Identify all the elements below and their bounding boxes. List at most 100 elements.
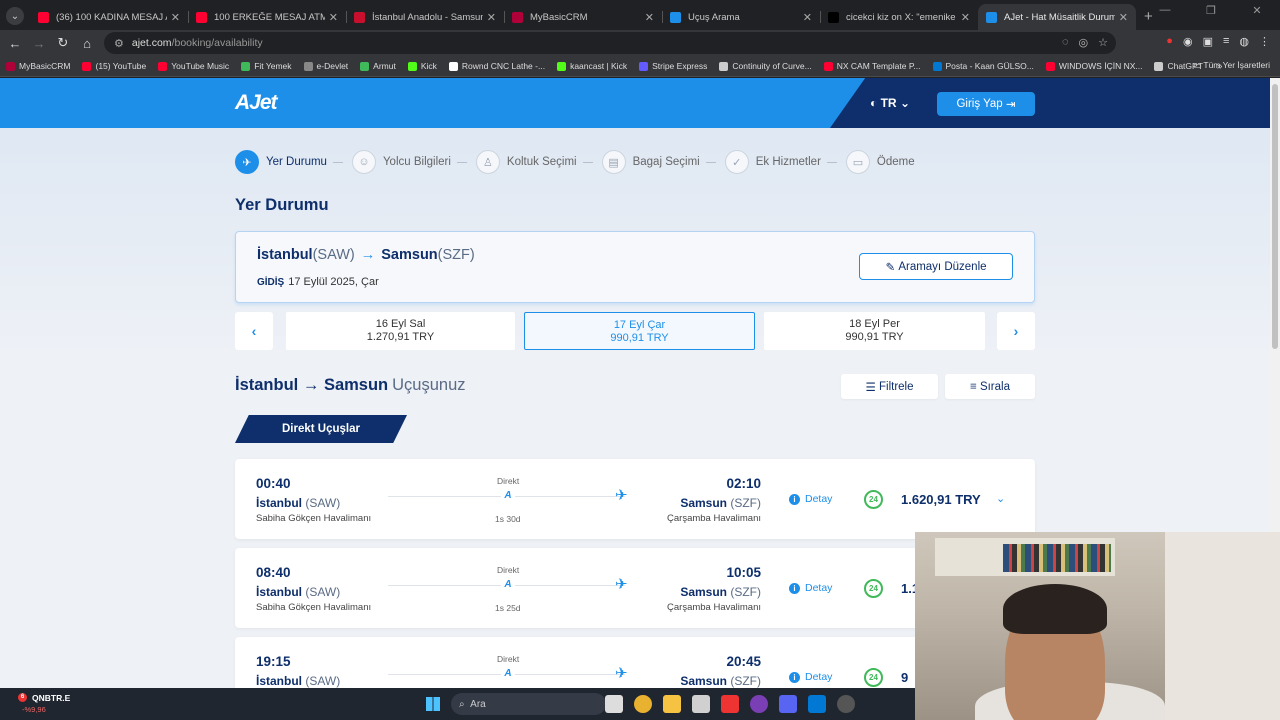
- flight-detail-link[interactable]: i Detay: [789, 582, 832, 594]
- browser-tab-strip: ⌄ (36) 100 KADINA MESAJ ATMAK✕100 ERKEĞE…: [0, 0, 1280, 30]
- bookmark-label: Fit Yemek: [254, 61, 292, 71]
- arrival-time: 02:10: [726, 476, 761, 491]
- calculator-icon[interactable]: [692, 695, 710, 713]
- menu-icon[interactable]: ⋮: [1259, 35, 1270, 48]
- language-selector[interactable]: ◐ TR ⌄: [870, 96, 910, 110]
- site-info-icon[interactable]: ⚙: [114, 37, 124, 50]
- bookmark-favicon-icon: [158, 61, 168, 71]
- booking-steps: ✈ Yer Durumu ☺ Yolcu Bilgileri ♙ Koltuk Seçim…: [235, 150, 915, 174]
- extension-icon[interactable]: ●: [1166, 35, 1173, 48]
- close-tab-icon[interactable]: ✕: [645, 11, 654, 24]
- browser-tab[interactable]: cicekci kiz on X: "emenike bu m ✕: [820, 4, 978, 30]
- ajet-logo[interactable]: AJet: [235, 91, 278, 115]
- departure-code: (SAW): [305, 496, 341, 510]
- sort-button[interactable]: ≡ Sırala: [945, 374, 1035, 399]
- bookmark-item[interactable]: YouTube Music: [158, 61, 229, 71]
- bookmark-item[interactable]: Kick: [407, 61, 437, 71]
- home-icon[interactable]: ⌂: [75, 36, 99, 51]
- edit-search-button[interactable]: ✎ Aramayı Düzenle: [859, 253, 1013, 280]
- bookmark-item[interactable]: e-Devlet: [303, 61, 348, 71]
- close-tab-icon[interactable]: ✕: [487, 11, 496, 24]
- puzzle-icon[interactable]: ▣: [1203, 35, 1213, 48]
- expand-chevron-icon[interactable]: ⌄: [996, 492, 1005, 505]
- departure-city-name: İstanbul: [256, 585, 303, 599]
- next-date-button[interactable]: ›: [997, 312, 1035, 350]
- browser-tab[interactable]: AJet - Hat Müsaitlik Durumu ✕: [978, 4, 1136, 30]
- close-tab-icon[interactable]: ✕: [329, 11, 338, 24]
- bookmark-item[interactable]: Stripe Express: [639, 61, 707, 71]
- browser-tab[interactable]: İstanbul Anadolu - Samsun Uçu ✕: [346, 4, 504, 30]
- close-tab-icon[interactable]: ✕: [171, 11, 180, 24]
- taskbar-apps: [605, 695, 855, 713]
- address-bar[interactable]: ⚙ ajet.com/booking/availability ◌ ◎ ☆: [104, 32, 1116, 54]
- browser-tab[interactable]: 100 ERKEĞE MESAJ ATMAK! (d ✕: [188, 4, 346, 30]
- login-button[interactable]: Giriş Yap ⇥: [937, 92, 1035, 116]
- close-window-icon[interactable]: ✕: [1234, 4, 1280, 17]
- outlook-icon[interactable]: [808, 695, 826, 713]
- browser-tab[interactable]: (36) 100 KADINA MESAJ ATMAK ✕: [30, 4, 188, 30]
- tab-search-icon[interactable]: ≡: [1223, 35, 1229, 48]
- filter-button[interactable]: ☰ Filtrele: [841, 374, 938, 399]
- filter-label: Filtrele: [879, 380, 914, 393]
- bookmark-item[interactable]: (15) YouTube: [82, 61, 146, 71]
- back-icon[interactable]: ←: [3, 36, 27, 51]
- tab-search-button[interactable]: ⌄: [6, 7, 24, 25]
- browser-tab[interactable]: MyBasicCRM ✕: [504, 4, 662, 30]
- file-explorer-icon[interactable]: [663, 695, 681, 713]
- teams-icon[interactable]: [779, 695, 797, 713]
- bookmark-label: Posta - Kaan GÜLSO...: [945, 61, 1034, 71]
- bookmark-item[interactable]: NX CAM Template P...: [823, 61, 921, 71]
- taskbar-search[interactable]: ⌕ Ara: [451, 693, 606, 715]
- profile-avatar-icon[interactable]: ◍: [1239, 35, 1249, 48]
- forward-icon[interactable]: →: [27, 36, 51, 51]
- arrival-city: Samsun (SZF): [680, 674, 761, 688]
- direct-flights-tab[interactable]: Direkt Uçuşlar: [235, 415, 407, 443]
- bookmark-item[interactable]: kaancast | Kick: [557, 61, 627, 71]
- eye-off-icon[interactable]: ◌: [1062, 36, 1069, 49]
- minimize-icon[interactable]: —: [1142, 4, 1188, 17]
- date-day: 18 Eyl Per: [849, 318, 900, 330]
- arrival-city-name: Samsun: [680, 496, 727, 510]
- detail-label: Detay: [805, 582, 833, 594]
- browser-toolbar: ← → ↻ ⌂ ⚙ ajet.com/booking/availability …: [0, 30, 1280, 56]
- reload-icon[interactable]: ↻: [51, 35, 75, 51]
- bookmark-item[interactable]: Posta - Kaan GÜLSO...: [932, 61, 1034, 71]
- bookmark-item[interactable]: WINDOWS İÇİN NX...: [1045, 61, 1142, 71]
- close-tab-icon[interactable]: ✕: [1119, 11, 1128, 24]
- scrollbar-thumb[interactable]: [1272, 84, 1278, 349]
- bookmark-item[interactable]: Rownd CNC Lathe -...: [448, 61, 545, 71]
- all-bookmarks[interactable]: ▭ Tüm Yer İşaretleri: [1193, 60, 1270, 71]
- browser-tab[interactable]: Uçuş Arama ✕: [662, 4, 820, 30]
- app-icon[interactable]: [837, 695, 855, 713]
- flight-detail-link[interactable]: i Detay: [789, 671, 832, 683]
- app-icon[interactable]: [750, 695, 768, 713]
- prev-date-button[interactable]: ‹: [235, 312, 273, 350]
- extension-icon[interactable]: ◉: [1183, 35, 1193, 48]
- bookmark-item[interactable]: Continuity of Curve...: [719, 61, 812, 71]
- chrome-icon[interactable]: [634, 695, 652, 713]
- bookmark-item[interactable]: Armut: [360, 61, 396, 71]
- task-view-icon[interactable]: [605, 695, 623, 713]
- close-tab-icon[interactable]: ✕: [803, 11, 812, 24]
- date-option[interactable]: 18 Eyl Per 990,91 TRY: [764, 312, 985, 350]
- arrival-city-name: Samsun: [680, 674, 727, 688]
- flight-detail-link[interactable]: i Detay: [789, 493, 832, 505]
- date-option[interactable]: 17 Eyl Çar 990,91 TRY: [524, 312, 755, 350]
- bookmark-item[interactable]: Fit Yemek: [241, 61, 292, 71]
- webcam-overlay: [915, 532, 1280, 720]
- tab-favicon-icon: [38, 11, 49, 23]
- bookmark-star-icon[interactable]: ☆: [1098, 36, 1108, 49]
- flight-card[interactable]: 00:40 İstanbul (SAW) Sabiha Gökçen Havalim…: [235, 459, 1035, 539]
- bookmark-label: (15) YouTube: [95, 61, 147, 71]
- date-option[interactable]: 16 Eyl Sal 1.270,91 TRY: [286, 312, 515, 350]
- departure-city: İstanbul (SAW): [256, 674, 340, 688]
- step-label: Ek Hizmetler: [755, 156, 821, 168]
- bookmark-item[interactable]: MyBasicCRM: [6, 61, 70, 71]
- windows-start-icon[interactable]: [426, 697, 440, 711]
- tracking-icon[interactable]: ◎: [1079, 36, 1089, 49]
- close-tab-icon[interactable]: ✕: [961, 11, 970, 24]
- app-icon[interactable]: [721, 695, 739, 713]
- flight-list-heading: İstanbul → Samsun Uçuşunuz: [235, 376, 466, 395]
- restore-icon[interactable]: ❐: [1188, 4, 1234, 17]
- stock-widget[interactable]: 6 QNBTR.E -%9,96: [18, 693, 70, 714]
